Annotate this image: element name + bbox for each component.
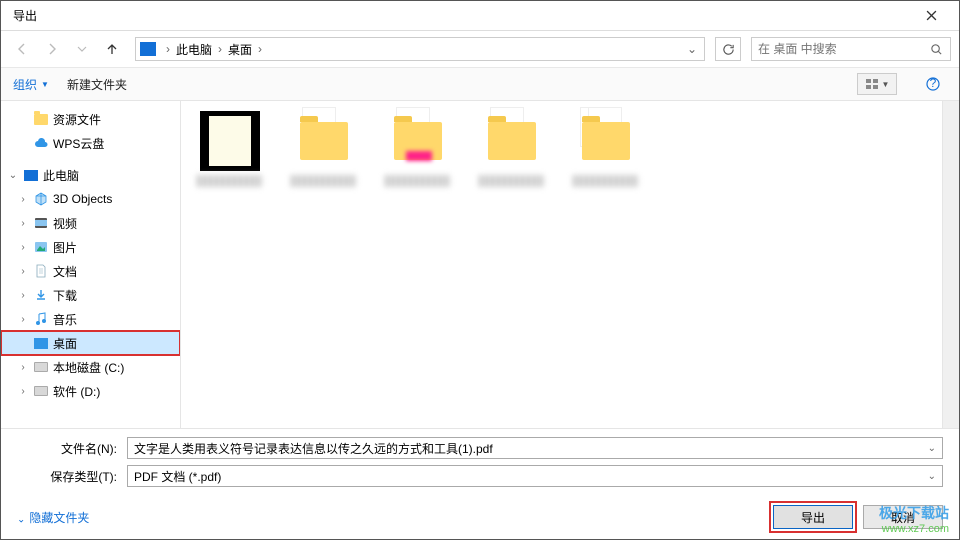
file-item[interactable] [383,111,453,187]
tree-item-pictures[interactable]: ›图片 [1,235,180,259]
tree-item-software-d[interactable]: ›软件 (D:) [1,379,180,403]
search-input[interactable] [758,42,930,56]
file-label [197,175,263,187]
nav-forward-button[interactable] [39,36,65,62]
help-button[interactable]: ? [919,73,947,95]
new-folder-button[interactable]: 新建文件夹 [67,76,127,93]
tree-item-this-pc[interactable]: ⌄此电脑 [1,163,180,187]
file-item[interactable] [289,111,359,187]
search-icon [930,43,944,56]
breadcrumb[interactable]: 此电脑 [174,41,214,58]
dialog-title: 导出 [9,7,911,24]
chevron-down-icon [77,44,87,54]
search-box[interactable] [751,37,951,61]
arrow-left-icon [15,42,29,56]
file-item[interactable] [195,111,265,187]
tree-item-desktop[interactable]: 桌面 [1,331,180,355]
video-icon [33,215,49,231]
tree-item-documents[interactable]: ›文档 [1,259,180,283]
location-icon [140,42,156,56]
arrow-up-icon [105,42,119,56]
nav-up-button[interactable] [99,36,125,62]
save-type-label: 保存类型(T): [17,468,127,485]
chevron-down-icon: ⌄ [928,443,936,454]
image-icon [33,239,49,255]
close-button[interactable] [911,2,951,30]
nav-recent-button[interactable] [69,36,95,62]
help-icon: ? [926,77,940,91]
close-icon [926,10,937,21]
file-item[interactable] [571,111,641,187]
export-button[interactable]: 导出 [773,505,853,529]
tree-item-3d-objects[interactable]: ›3D Objects [1,187,180,211]
cancel-button[interactable]: 取消 [863,505,943,529]
tree-item-resources[interactable]: 资源文件 [1,107,180,131]
filename-input[interactable]: 文字是人类用表义符号记录表达信息以传之久远的方式和工具(1).pdf ⌄ [127,437,943,459]
download-icon [33,287,49,303]
file-label [291,175,357,187]
tree-item-music[interactable]: ›音乐 [1,307,180,331]
address-bar[interactable]: › 此电脑 › 桌面 › ⌄ [135,37,705,61]
music-icon [33,311,49,327]
tree-item-wps-cloud[interactable]: WPS云盘 [1,131,180,155]
cloud-icon [33,135,49,151]
arrow-right-icon [45,42,59,56]
file-item[interactable] [477,111,547,187]
file-label [385,175,451,187]
breadcrumb[interactable]: 桌面 [226,41,254,58]
tree-item-local-disk-c[interactable]: ›本地磁盘 (C:) [1,355,180,379]
address-dropdown[interactable]: ⌄ [684,42,700,56]
view-icon [865,78,879,90]
refresh-icon [722,43,735,56]
view-options-button[interactable]: ▼ [857,73,897,95]
file-label [479,175,545,187]
save-type-select[interactable]: PDF 文档 (*.pdf) ⌄ [127,465,943,487]
svg-text:?: ? [930,77,937,90]
nav-back-button[interactable] [9,36,35,62]
organize-menu[interactable]: 组织 ▼ [13,76,49,93]
filename-label: 文件名(N): [17,440,127,457]
hide-folders-toggle[interactable]: ⌃ 隐藏文件夹 [17,509,89,526]
tree-item-downloads[interactable]: ›下载 [1,283,180,307]
cube-icon [33,191,49,207]
folder-tree: 资源文件 WPS云盘 ⌄此电脑 ›3D Objects ›视频 ›图片 ›文档 … [1,101,181,428]
document-icon [33,263,49,279]
file-label [573,175,639,187]
file-list[interactable] [181,101,959,428]
chevron-down-icon: ⌄ [928,471,936,482]
refresh-button[interactable] [715,37,741,61]
tree-item-videos[interactable]: ›视频 [1,211,180,235]
